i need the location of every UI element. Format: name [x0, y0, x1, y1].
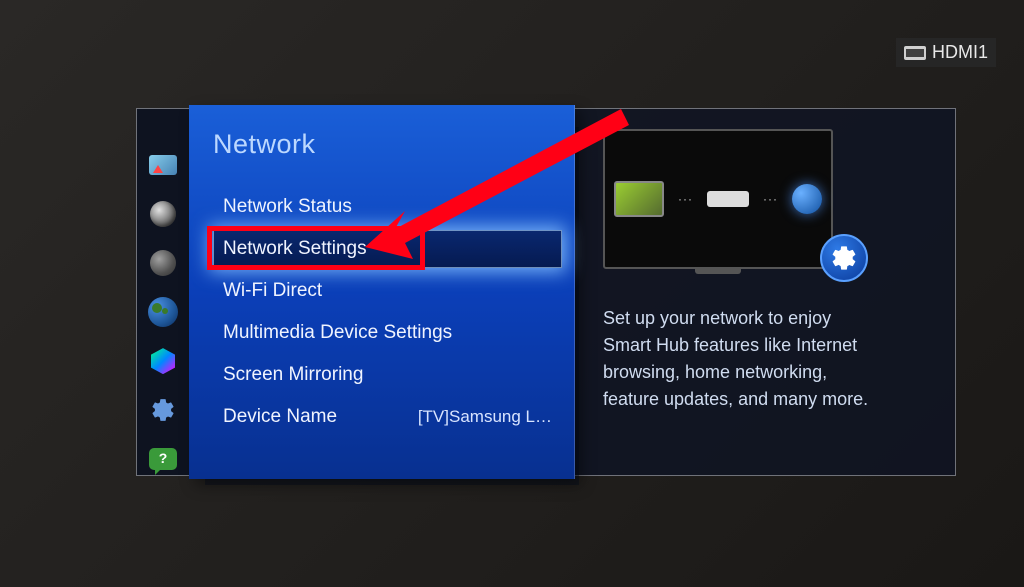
menu-item-label: Device Name: [223, 406, 337, 428]
menu-item-network-status[interactable]: Network Status: [213, 188, 562, 226]
preview-dots-icon: ···: [678, 192, 693, 206]
preview-dots-icon: ···: [763, 192, 778, 206]
preview-illustration: ··· ···: [603, 129, 863, 277]
settings-menu: ? Network Network Status Network Setting…: [136, 108, 956, 476]
network-icon[interactable]: [147, 296, 179, 327]
input-source-badge: HDMI1: [896, 38, 996, 67]
info-description: Set up your network to enjoy Smart Hub f…: [603, 305, 873, 413]
broadcast-icon[interactable]: [147, 247, 179, 278]
panel-title: Network: [213, 129, 562, 160]
menu-item-wifi-direct[interactable]: Wi-Fi Direct: [213, 272, 562, 310]
preview-tv-icon: ··· ···: [603, 129, 833, 269]
menu-item-label: Multimedia Device Settings: [223, 322, 452, 344]
menu-item-label: Screen Mirroring: [223, 364, 363, 386]
info-panel: ··· ··· Set up your network to enjoy Sma…: [575, 109, 955, 475]
menu-item-label: Wi-Fi Direct: [223, 280, 322, 302]
gear-badge-icon: [820, 234, 868, 282]
menu-item-screen-mirroring[interactable]: Screen Mirroring: [213, 356, 562, 394]
menu-item-label: Network Settings: [223, 238, 367, 260]
tv-screen: HDMI1 ? Network Network Status Network S…: [0, 0, 1024, 587]
main-panel: Network Network Status Network Settings …: [189, 105, 575, 479]
support-icon[interactable]: ?: [147, 444, 179, 475]
sidebar: ?: [137, 109, 189, 475]
sound-icon[interactable]: [147, 198, 179, 229]
menu-item-label: Network Status: [223, 196, 352, 218]
menu-item-network-settings[interactable]: Network Settings: [213, 230, 562, 268]
system-icon[interactable]: [147, 395, 179, 426]
input-source-label: HDMI1: [932, 42, 988, 63]
smart-features-icon[interactable]: [147, 346, 179, 377]
hdmi-icon: [904, 46, 926, 60]
preview-monitor-icon: [614, 181, 664, 217]
menu-item-device-name[interactable]: Device Name [TV]Samsung L…: [213, 398, 562, 436]
preview-globe-icon: [792, 184, 822, 214]
menu-item-value: [TV]Samsung L…: [418, 407, 552, 427]
preview-router-icon: [707, 191, 749, 207]
menu-item-multimedia-device-settings[interactable]: Multimedia Device Settings: [213, 314, 562, 352]
picture-icon[interactable]: [147, 149, 179, 180]
